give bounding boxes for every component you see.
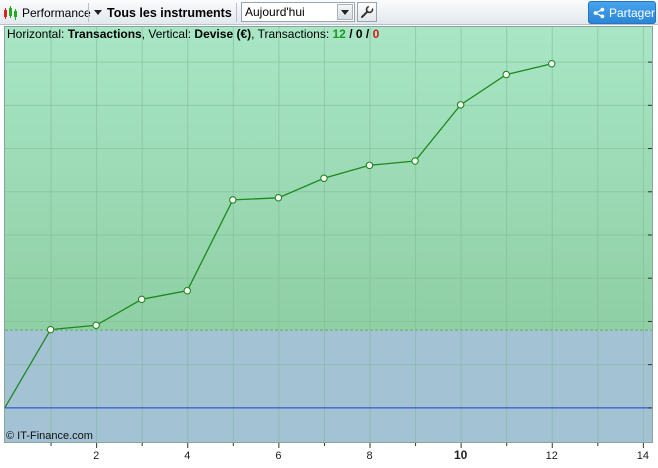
horizontal-prefix: Horizontal:: [7, 27, 68, 41]
vertical-prefix: , Vertical:: [141, 27, 195, 41]
x-tick-label: 14: [637, 450, 649, 462]
transactions-neutral-count: 0: [355, 27, 363, 41]
data-point: [320, 174, 328, 183]
x-tick-label: 10: [454, 448, 468, 462]
data-point: [411, 157, 419, 165]
data-point: [92, 321, 100, 330]
data-point: [365, 161, 374, 170]
vertical-value: Devise (€): [194, 27, 252, 41]
share-button[interactable]: Partager: [588, 1, 656, 24]
period-value: Aujourd'hui: [245, 5, 305, 19]
share-label: Partager: [608, 5, 655, 20]
data-point: [137, 295, 146, 304]
candlestick-chart-icon: [4, 5, 17, 20]
transactions-separator: /: [362, 27, 373, 41]
data-point: [274, 194, 283, 202]
toolbar-divider: [88, 3, 89, 22]
instruments-dropdown[interactable]: Tous les instruments: [94, 0, 232, 25]
equity-chart[interactable]: 2 4 6 8 10 12 14 Horizontal: Transactions, Ver…: [0, 25, 658, 468]
toolbar-divider: [236, 3, 237, 22]
chart-canvas: 2 4 6 8 10 12 14: [0, 26, 658, 468]
chart-info-bar: Horizontal: Transactions, Vertical: Devi…: [7, 27, 379, 41]
period-select[interactable]: Aujourd'hui: [241, 2, 355, 22]
data-point: [183, 286, 192, 295]
instruments-label: Tous les instruments: [107, 5, 232, 20]
chevron-down-icon: [94, 10, 102, 15]
chevron-down-icon[interactable]: [337, 4, 353, 20]
x-tick-label: 6: [275, 450, 281, 462]
performance-menu[interactable]: Performance: [3, 0, 91, 25]
performance-label: Performance: [22, 5, 91, 20]
data-point: [548, 59, 556, 68]
x-tick-label: 4: [184, 450, 190, 462]
transactions-separator: /: [345, 27, 356, 41]
data-point: [502, 70, 510, 79]
x-tick-label: 8: [366, 450, 372, 462]
gain-area: [5, 27, 652, 331]
settings-button[interactable]: [357, 2, 377, 22]
loss-area: [5, 330, 652, 442]
data-point: [456, 101, 465, 109]
share-icon: [593, 7, 605, 18]
transactions-win-count: 12: [332, 27, 346, 41]
horizontal-value: Transactions: [67, 27, 142, 41]
x-tick-label: 12: [546, 450, 558, 462]
x-tick-label: 2: [93, 450, 99, 462]
wrench-icon: [361, 5, 374, 18]
transactions-prefix: , Transactions:: [251, 27, 333, 41]
toolbar: Performance Tous les instruments Aujourd…: [0, 0, 658, 25]
transactions-loss-count: 0: [372, 27, 380, 41]
data-point: [46, 325, 55, 334]
data-point: [229, 196, 237, 204]
copyright-label: © IT-Finance.com: [6, 430, 93, 442]
